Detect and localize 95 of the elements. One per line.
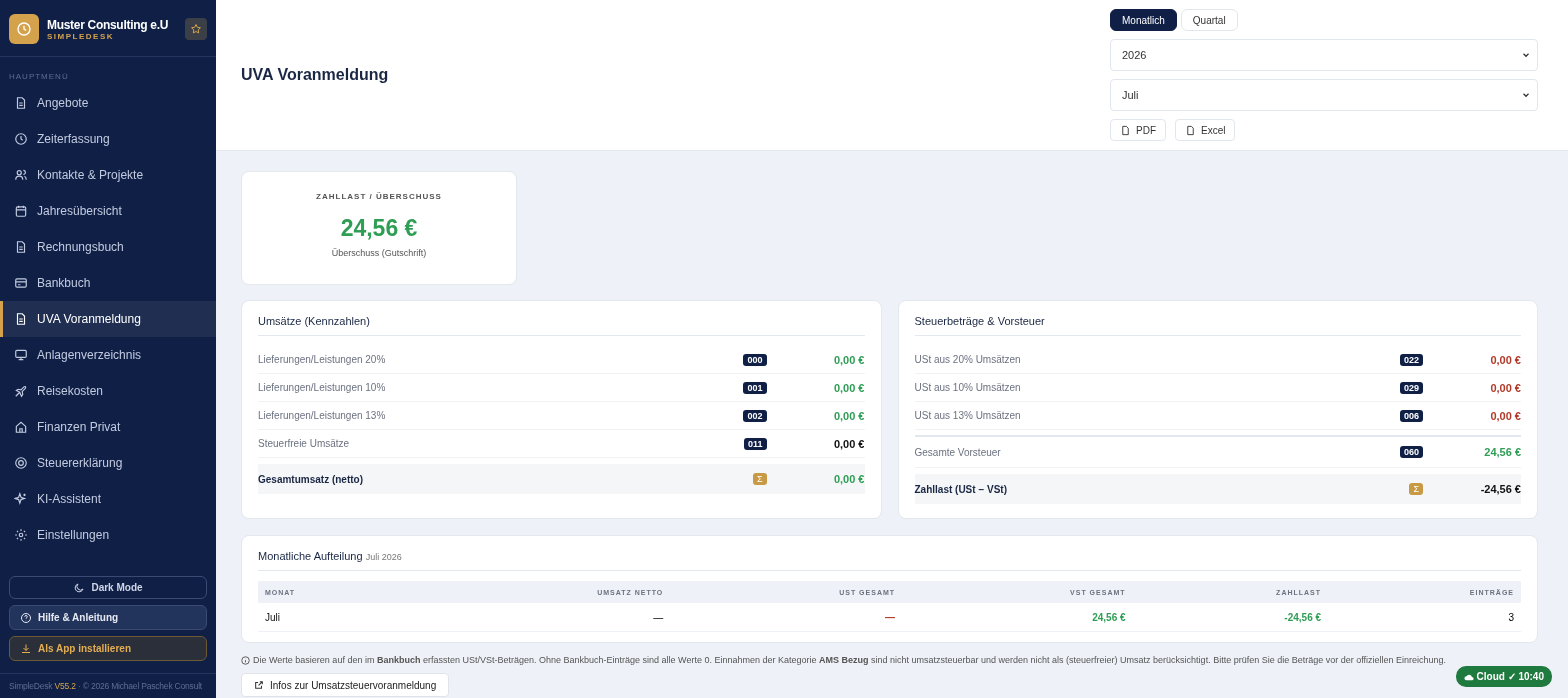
product-name: SIMPLEDESK (47, 31, 114, 41)
row-label: USt aus 13% Umsätzen (914, 410, 1022, 421)
sidebar-button[interactable]: Hilfe & Anleitung (9, 605, 207, 630)
row-value: 0,00 € (832, 353, 865, 366)
menu-icon (14, 384, 28, 398)
sidebar-item[interactable]: Kontakte & Projekte (0, 157, 216, 193)
table-cell: Juli (258, 603, 405, 632)
sidebar-item[interactable]: Finanzen Privat (0, 409, 216, 445)
row-label: Lieferungen/Leistungen 13% (258, 410, 387, 421)
cloud-sync-badge: Cloud ✓ 10:40 (1455, 666, 1552, 687)
row-label: Steuerfreie Umsätze (258, 438, 351, 449)
menu-icon (14, 276, 28, 290)
row-label: USt aus 20% Umsätzen (914, 354, 1022, 365)
period-tab[interactable]: Quartal (1180, 9, 1238, 31)
row-label: Gesamtumsatz (netto) (258, 473, 364, 485)
summary-caption: Überschuss (Gutschrift) (331, 248, 427, 258)
export-button[interactable]: Excel (1175, 119, 1236, 141)
file-icon (1185, 124, 1196, 136)
menu-icon (14, 240, 28, 254)
row-value: 24,56 € (1483, 446, 1521, 458)
menu-icon (14, 204, 28, 218)
code-badge: 006 (1399, 409, 1423, 422)
row-value: 0,00 € (1489, 353, 1521, 366)
table-cell: 3 (1328, 603, 1521, 632)
row-label: Lieferungen/Leistungen 10% (258, 382, 387, 393)
menu-icon (14, 456, 28, 470)
menu-icon (14, 348, 28, 362)
sidebar-item[interactable]: KI-Assistent (0, 481, 216, 517)
download-icon (20, 642, 32, 655)
code-badge: 001 (743, 381, 767, 394)
code-badge: Σ (752, 473, 767, 485)
code-badge: 000 (743, 353, 767, 366)
external-link-icon (254, 680, 264, 690)
card-title: Steuerbeträge & Vorsteuer (914, 315, 1521, 336)
export-button[interactable]: PDF (1110, 119, 1166, 141)
code-badge: 022 (1399, 353, 1423, 366)
star-icon (190, 23, 202, 35)
month-select[interactable]: Juli (1110, 79, 1538, 111)
sidebar-item[interactable]: Anlagenverzeichnis (0, 337, 216, 373)
menu-icon (14, 132, 28, 146)
code-badge: Σ (1409, 483, 1423, 495)
moon-icon (73, 581, 86, 594)
code-badge: 011 (743, 437, 767, 450)
sidebar-item[interactable]: Reisekosten (0, 373, 216, 409)
table-cell: -24,56 € (1132, 603, 1329, 632)
info-note: Die Werte basieren auf den im Bankbuch erfassten USt/VSt-Beträgen. Ohne Bankbuch-Einträge sind alle Werte 0. Einnahmen der Kategorie AMS Bezug sind nicht umsatzsteuerbar und werden nicht als (steuerfreier) Umsatz berücksichtigt. Bitte prüfen Sie die Beträge vor der offiziellen Einreichung. (253, 655, 1447, 665)
code-badge: 029 (1399, 381, 1423, 394)
sidebar-item[interactable]: Angebote (0, 85, 216, 121)
help-icon (20, 611, 32, 624)
page-title: UVA Voranmeldung (241, 66, 389, 84)
sidebar-button[interactable]: Als App installieren (9, 636, 207, 661)
table-cell: 24,56 € (902, 603, 1133, 632)
row-value: 0,00 € (1489, 381, 1521, 394)
menu-icon (14, 528, 28, 542)
row-label: Lieferungen/Leistungen 20% (258, 354, 387, 365)
row-value: 0,00 € (832, 473, 865, 485)
table-cell: — (404, 603, 671, 632)
table-cell: — (670, 603, 903, 632)
card-title: Monatliche Aufteilung Juli 2026 (258, 550, 1521, 571)
sidebar-item[interactable]: Rechnungsbuch (0, 229, 216, 265)
sidebar-item[interactable]: Zeiterfassung (0, 121, 216, 157)
sidebar-button[interactable]: Dark Mode (9, 576, 207, 599)
period-tab[interactable]: Monatlich (1110, 9, 1177, 31)
card-title: Umsätze (Kennzahlen) (258, 315, 865, 336)
menu-section-label: HAUPTMENÜ (8, 71, 70, 83)
row-value: 0,00 € (832, 381, 865, 394)
favorite-button[interactable] (185, 18, 207, 40)
menu-icon (14, 168, 28, 182)
row-value: -24,56 € (1479, 483, 1521, 495)
code-badge: 002 (743, 409, 767, 422)
row-value: 0,00 € (1489, 409, 1521, 422)
menu-icon (14, 96, 28, 110)
row-label: USt aus 10% Umsätzen (914, 382, 1022, 393)
row-value: 0,00 € (832, 437, 865, 450)
row-value: 0,00 € (832, 409, 865, 422)
menu-icon (14, 420, 28, 434)
year-select[interactable]: 2026 (1110, 39, 1538, 71)
sidebar-item[interactable]: Einstellungen (0, 517, 216, 553)
menu-icon (14, 312, 28, 326)
cloud-icon (1463, 672, 1474, 681)
menu-icon (14, 492, 28, 506)
sidebar-item[interactable]: Jahresübersicht (0, 193, 216, 229)
sidebar-item[interactable]: Steuererklärung (0, 445, 216, 481)
info-icon (241, 655, 250, 665)
code-badge: 060 (1399, 446, 1423, 458)
row-label: Zahllast (USt − VSt) (914, 483, 1008, 495)
summary-value: 24,56 € (340, 215, 418, 242)
sidebar-item[interactable]: Bankbuch (0, 265, 216, 301)
summary-label: ZAHLLAST / ÜBERSCHUSS (316, 192, 442, 201)
company-name: Muster Consulting e.U (47, 17, 170, 32)
info-link-button[interactable]: Infos zur Umsatzsteuervoranmeldung (241, 673, 450, 697)
row-label: Gesamte Vorsteuer (914, 446, 1002, 458)
clock-icon (16, 21, 32, 37)
file-icon (1120, 124, 1131, 136)
sidebar-item[interactable]: UVA Voranmeldung (0, 301, 216, 337)
